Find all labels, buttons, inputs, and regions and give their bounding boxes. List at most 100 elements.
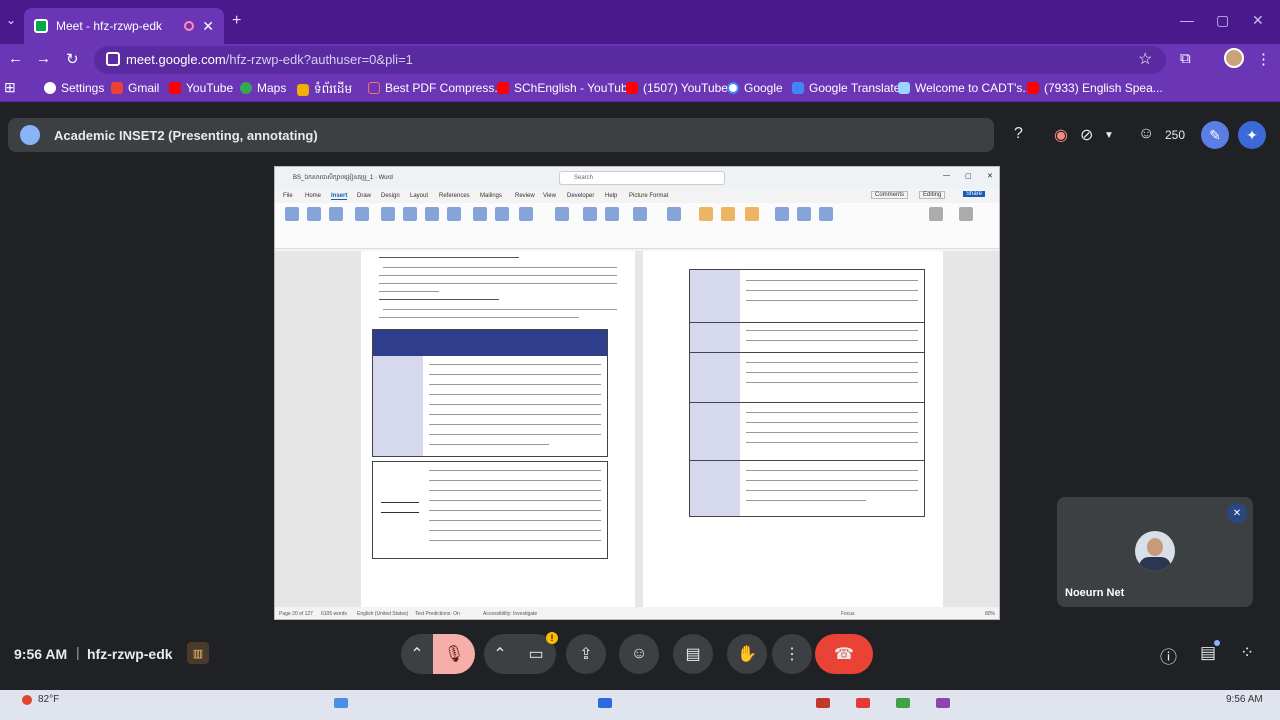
bookmark-youtube[interactable]: YouTube xyxy=(169,81,233,95)
raise-hand-button[interactable]: ✋ xyxy=(727,634,767,674)
chat-icon[interactable]: ▤ xyxy=(1200,643,1216,663)
screenshot-icon[interactable] xyxy=(519,207,533,221)
shapes-icon[interactable] xyxy=(403,207,417,221)
online-videos-icon[interactable] xyxy=(555,207,569,221)
annotate-pen-icon[interactable]: ✎ xyxy=(1201,121,1229,149)
minimize-icon[interactable]: — xyxy=(1180,12,1194,28)
extensions-icon[interactable]: ⧉ xyxy=(1180,50,1191,67)
bookmark-settings[interactable]: Settings xyxy=(44,81,104,95)
word-tab-home[interactable]: Home xyxy=(305,193,321,199)
word-tab-view[interactable]: View xyxy=(543,193,556,199)
bookmark-google[interactable]: Google xyxy=(727,81,783,95)
cross-reference-icon[interactable] xyxy=(633,207,647,221)
bookmark-maps[interactable]: Maps xyxy=(240,81,286,95)
focus-mode[interactable]: Focus xyxy=(841,611,855,617)
profile-avatar[interactable] xyxy=(1224,48,1244,68)
smartart-icon[interactable] xyxy=(473,207,487,221)
taskbar-app-icon[interactable] xyxy=(856,698,870,708)
page-number-icon[interactable] xyxy=(745,207,759,221)
language-indicator[interactable]: English (United States) xyxy=(357,611,408,617)
icons-icon[interactable] xyxy=(425,207,439,221)
apps-grid-icon[interactable]: ⊞ xyxy=(4,79,16,96)
comment-icon[interactable] xyxy=(667,207,681,221)
host-controls-icon[interactable]: ▥ xyxy=(187,642,209,664)
word-tab-design[interactable]: Design xyxy=(381,193,400,199)
equation-icon[interactable] xyxy=(929,207,943,221)
more-options-button[interactable]: ⋮ xyxy=(772,634,812,674)
bookmark-home-khmer[interactable]: ទំព័រដើម xyxy=(297,81,352,99)
table-icon[interactable] xyxy=(355,207,369,221)
gemini-sparkle-icon[interactable]: ✦ xyxy=(1238,121,1266,149)
tab-close-icon[interactable]: ✕ xyxy=(202,18,214,35)
reload-icon[interactable]: ↻ xyxy=(66,50,79,68)
taskbar-app-icon[interactable] xyxy=(816,698,830,708)
word-tab-mailings[interactable]: Mailings xyxy=(480,193,502,199)
link-icon[interactable] xyxy=(583,207,597,221)
address-bar[interactable]: meet.google.com/hfz-rzwp-edk?authuser=0&… xyxy=(94,46,1166,74)
bookmark-gmail[interactable]: Gmail xyxy=(111,81,159,95)
page-indicator[interactable]: Page 20 of 127 xyxy=(279,611,313,617)
browser-tab-meet[interactable]: Meet - hfz-rzwp-edk ✕ xyxy=(24,8,224,44)
word-tab-file[interactable]: File xyxy=(283,193,293,199)
browser-menu-icon[interactable]: ⋮ xyxy=(1256,50,1271,68)
bookmark-english-speak[interactable]: (7933) English Spea... xyxy=(1027,81,1163,95)
word-comments-button[interactable]: Comments xyxy=(871,191,909,199)
word-minimize-icon[interactable]: — xyxy=(943,172,950,179)
wordart-icon[interactable] xyxy=(819,207,833,221)
activities-grid-icon[interactable]: ⁘ xyxy=(1240,643,1254,663)
word-tab-developer[interactable]: Developer xyxy=(567,193,594,199)
word-tab-picture-format[interactable]: Picture Format xyxy=(629,193,668,199)
captions-off-icon[interactable]: ⊘ xyxy=(1080,125,1093,145)
text-predictions[interactable]: Text Predictions: On xyxy=(415,611,460,617)
bookmark-icon[interactable] xyxy=(605,207,619,221)
audio-options-chevron-icon[interactable]: ⌃ xyxy=(401,634,433,674)
pictures-icon[interactable] xyxy=(381,207,395,221)
word-tab-references[interactable]: References xyxy=(439,193,470,199)
captions-button[interactable]: ▤ xyxy=(673,634,713,674)
footer-icon[interactable] xyxy=(721,207,735,221)
bookmark-cadt[interactable]: Welcome to CADT's... xyxy=(898,81,1032,95)
bookmark-star-icon[interactable]: ☆ xyxy=(1138,49,1152,69)
forward-arrow-icon[interactable]: → xyxy=(36,50,51,67)
word-tab-insert[interactable]: Insert xyxy=(331,193,348,200)
word-share-button[interactable]: Share xyxy=(963,191,986,197)
tab-search-chevron-icon[interactable]: ⌄ xyxy=(6,13,16,27)
people-icon[interactable]: ☺ xyxy=(1138,125,1154,143)
taskbar-app-icon[interactable] xyxy=(936,698,950,708)
reactions-button[interactable]: ☺ xyxy=(619,634,659,674)
chart-icon[interactable] xyxy=(495,207,509,221)
word-search-box[interactable]: Search xyxy=(559,171,725,185)
layout-chevron-down-icon[interactable]: ▼ xyxy=(1104,130,1114,141)
word-tab-layout[interactable]: Layout xyxy=(410,193,428,199)
help-icon[interactable]: ? xyxy=(1014,125,1023,143)
new-tab-plus-icon[interactable]: + xyxy=(232,12,241,30)
bookmark-pdf-compress[interactable]: Best PDF Compress... xyxy=(368,81,504,95)
video-options-chevron-icon[interactable]: ⌃ xyxy=(484,634,516,674)
maximize-icon[interactable]: ▢ xyxy=(1216,12,1229,29)
participant-tile[interactable]: ✕ Noeurn Net xyxy=(1057,497,1253,607)
3d-models-icon[interactable] xyxy=(447,207,461,221)
word-close-icon[interactable]: ✕ xyxy=(987,172,993,180)
present-screen-button[interactable]: ⇪ xyxy=(566,634,606,674)
blank-page-icon[interactable] xyxy=(307,207,321,221)
word-document-canvas[interactable] xyxy=(275,251,999,607)
page-break-icon[interactable] xyxy=(329,207,343,221)
close-window-icon[interactable]: ✕ xyxy=(1252,12,1264,29)
text-box-icon[interactable] xyxy=(775,207,789,221)
leave-call-button[interactable]: ☎ xyxy=(815,634,873,674)
word-maximize-icon[interactable]: ▢ xyxy=(965,172,972,180)
back-arrow-icon[interactable]: ← xyxy=(8,50,23,67)
word-tab-help[interactable]: Help xyxy=(605,193,617,199)
word-count[interactable]: 6105 words xyxy=(321,611,347,617)
site-info-icon[interactable] xyxy=(106,52,120,66)
taskbar-app-icon[interactable] xyxy=(334,698,348,708)
microphone-toggle-button[interactable]: 🎙 xyxy=(433,634,475,674)
taskbar-app-icon[interactable] xyxy=(896,698,910,708)
header-icon[interactable] xyxy=(699,207,713,221)
cover-page-icon[interactable] xyxy=(285,207,299,221)
word-editing-button[interactable]: Editing xyxy=(919,191,946,199)
taskbar-app-icon[interactable] xyxy=(598,698,612,708)
word-tab-draw[interactable]: Draw xyxy=(357,193,371,199)
bookmark-translate[interactable]: Google Translate xyxy=(792,81,900,95)
zoom-level[interactable]: 80% xyxy=(985,611,995,617)
